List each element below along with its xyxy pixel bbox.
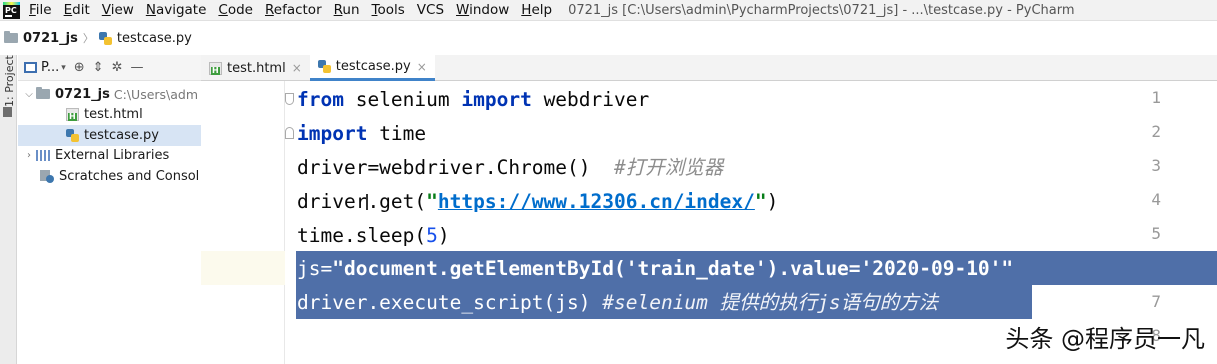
breadcrumb-project[interactable]: 0721_js	[23, 31, 78, 46]
code-text: driver.get(	[297, 190, 427, 213]
root-folder-path: C:\Users\adm	[113, 86, 199, 102]
project-toolbar: P... ▾ ⊕ ⇕ ✲ —	[18, 55, 201, 81]
locate-icon[interactable]: ⊕	[74, 60, 85, 75]
tool-window-strip: 1: Project	[0, 55, 17, 364]
editor-tabs: test.html × testcase.py ×	[201, 55, 1217, 81]
root-folder-name: 0721_js	[55, 86, 110, 102]
tree-item-label: test.html	[84, 107, 143, 123]
tree-item-external-libraries[interactable]: › External Libraries	[18, 146, 201, 167]
project-view-icon[interactable]	[24, 62, 37, 73]
menu-item-navigate[interactable]: Navigate	[146, 2, 207, 18]
gear-icon[interactable]: ✲	[112, 60, 123, 75]
tree-item-test-html[interactable]: test.html	[18, 105, 201, 126]
tree-item-testcase-py[interactable]: testcase.py	[18, 125, 201, 146]
project-tool-button[interactable]: 1: Project	[3, 55, 16, 107]
code-text: driver=webdriver.Chrome()	[297, 156, 614, 179]
code-text: )	[437, 224, 450, 247]
close-icon[interactable]: ×	[292, 61, 302, 75]
scratches-icon	[40, 169, 54, 183]
close-icon[interactable]: ×	[417, 60, 427, 74]
project-tree: ⌵ 0721_js C:\Users\adm test.html testcas…	[18, 81, 201, 187]
code-line-6: js="document.getElementById('train_date'…	[297, 252, 1013, 285]
tree-item-label: External Libraries	[55, 148, 170, 164]
line-number-gutter	[201, 81, 285, 364]
menu-item-window[interactable]: Window	[456, 2, 509, 18]
keyword: import	[297, 122, 368, 145]
python-file-icon	[66, 128, 79, 142]
menu-item-run[interactable]: Run	[334, 2, 360, 18]
line-number: 5	[1151, 224, 1161, 243]
python-file-icon	[317, 60, 331, 73]
html-file-icon	[66, 108, 79, 122]
menu-item-tools[interactable]: Tools	[372, 2, 405, 18]
code-text: driver.execute_script(js)	[297, 291, 603, 314]
keyword: import	[461, 88, 532, 111]
keyword: from	[297, 88, 344, 111]
code-comment: #打开浏览器	[613, 156, 724, 179]
string-quote: "	[754, 190, 767, 213]
string-quote: "	[426, 190, 438, 213]
line-number: 4	[1151, 190, 1161, 209]
project-tool-icon[interactable]	[3, 107, 12, 117]
fold-marker-icon[interactable]	[285, 93, 294, 105]
current-line-gutter-highlight	[201, 251, 285, 285]
string-literal: "document.getElementById('train_date').v…	[332, 257, 1014, 280]
code-text: time.sleep(	[297, 224, 427, 247]
hide-icon[interactable]: —	[130, 60, 143, 75]
chevron-down-icon[interactable]: ▾	[61, 63, 66, 73]
tree-item-label: Scratches and Consol	[59, 168, 200, 184]
chevron-down-icon[interactable]: ⌵	[22, 89, 36, 100]
code-line-7: driver.execute_script(js) #selenium 提供的执…	[297, 286, 938, 319]
menu-item-view[interactable]: View	[102, 2, 134, 18]
menu-item-file[interactable]: File	[29, 2, 52, 18]
code-comment: #selenium 提供的执行js语句的方法	[602, 291, 939, 314]
line-number: 7	[1151, 292, 1161, 311]
line-number: 3	[1151, 156, 1161, 175]
watermark: 头条 @程序员一凡	[1005, 325, 1205, 353]
library-icon	[36, 150, 50, 162]
tree-item-label: testcase.py	[84, 127, 159, 143]
project-view-selector[interactable]: P...	[41, 60, 59, 75]
chevron-right-icon[interactable]: ›	[22, 150, 36, 161]
folder-icon	[4, 31, 18, 43]
menu-item-code[interactable]: Code	[218, 2, 253, 18]
menu-item-edit[interactable]: Edit	[64, 2, 90, 18]
tab-testcase-py[interactable]: testcase.py ×	[309, 55, 435, 81]
code-text: )	[766, 190, 779, 213]
code-line-1: from selenium import webdriver	[297, 83, 649, 116]
menu-item-help[interactable]: Help	[521, 2, 552, 18]
code-line-3: driver=webdriver.Chrome() #打开浏览器	[297, 151, 723, 184]
code-line-5: time.sleep(5)	[297, 219, 450, 252]
code-editor[interactable]: 1 2 3 4 5 6 7 8 from selenium import web…	[201, 81, 1217, 364]
pycharm-icon: PC	[3, 1, 20, 19]
code-text: webdriver	[531, 88, 650, 111]
html-file-icon	[209, 61, 222, 75]
collapse-all-icon[interactable]: ⇕	[93, 60, 104, 75]
project-panel: P... ▾ ⊕ ⇕ ✲ — ⌵ 0721_js C:\Users\adm te…	[18, 55, 201, 364]
line-number: 2	[1151, 122, 1161, 141]
tab-test-html[interactable]: test.html ×	[201, 55, 310, 81]
menu-item-vcs[interactable]: VCS	[417, 2, 444, 18]
number-literal: 5	[426, 224, 438, 247]
code-text: selenium	[343, 88, 462, 111]
folder-icon	[36, 87, 50, 100]
tree-item-scratches[interactable]: Scratches and Consol	[18, 166, 201, 187]
fold-marker-icon[interactable]	[285, 127, 294, 139]
menu-bar: PC File Edit View Navigate Code Refactor Run To…	[0, 0, 1217, 21]
line-number: 1	[1151, 88, 1161, 107]
tab-label: testcase.py	[335, 59, 411, 74]
tab-label: test.html	[227, 60, 286, 76]
url-link[interactable]: https://www.12306.cn/index/	[438, 190, 755, 213]
window-title: 0721_js [C:\Users\admin\PycharmProjects\…	[568, 2, 1075, 18]
mouse-cursor-icon	[366, 194, 374, 210]
breadcrumb: 0721_js 〉 testcase.py	[0, 27, 192, 49]
tree-item-root[interactable]: ⌵ 0721_js C:\Users\adm	[18, 84, 201, 105]
code-text: js=	[297, 257, 333, 280]
chevron-right-icon: 〉	[82, 32, 94, 45]
menu-item-refactor[interactable]: Refactor	[265, 2, 322, 18]
breadcrumb-file[interactable]: testcase.py	[117, 31, 192, 46]
python-file-icon	[98, 31, 112, 45]
code-text: time	[367, 122, 427, 145]
code-line-2: import time	[297, 117, 426, 150]
